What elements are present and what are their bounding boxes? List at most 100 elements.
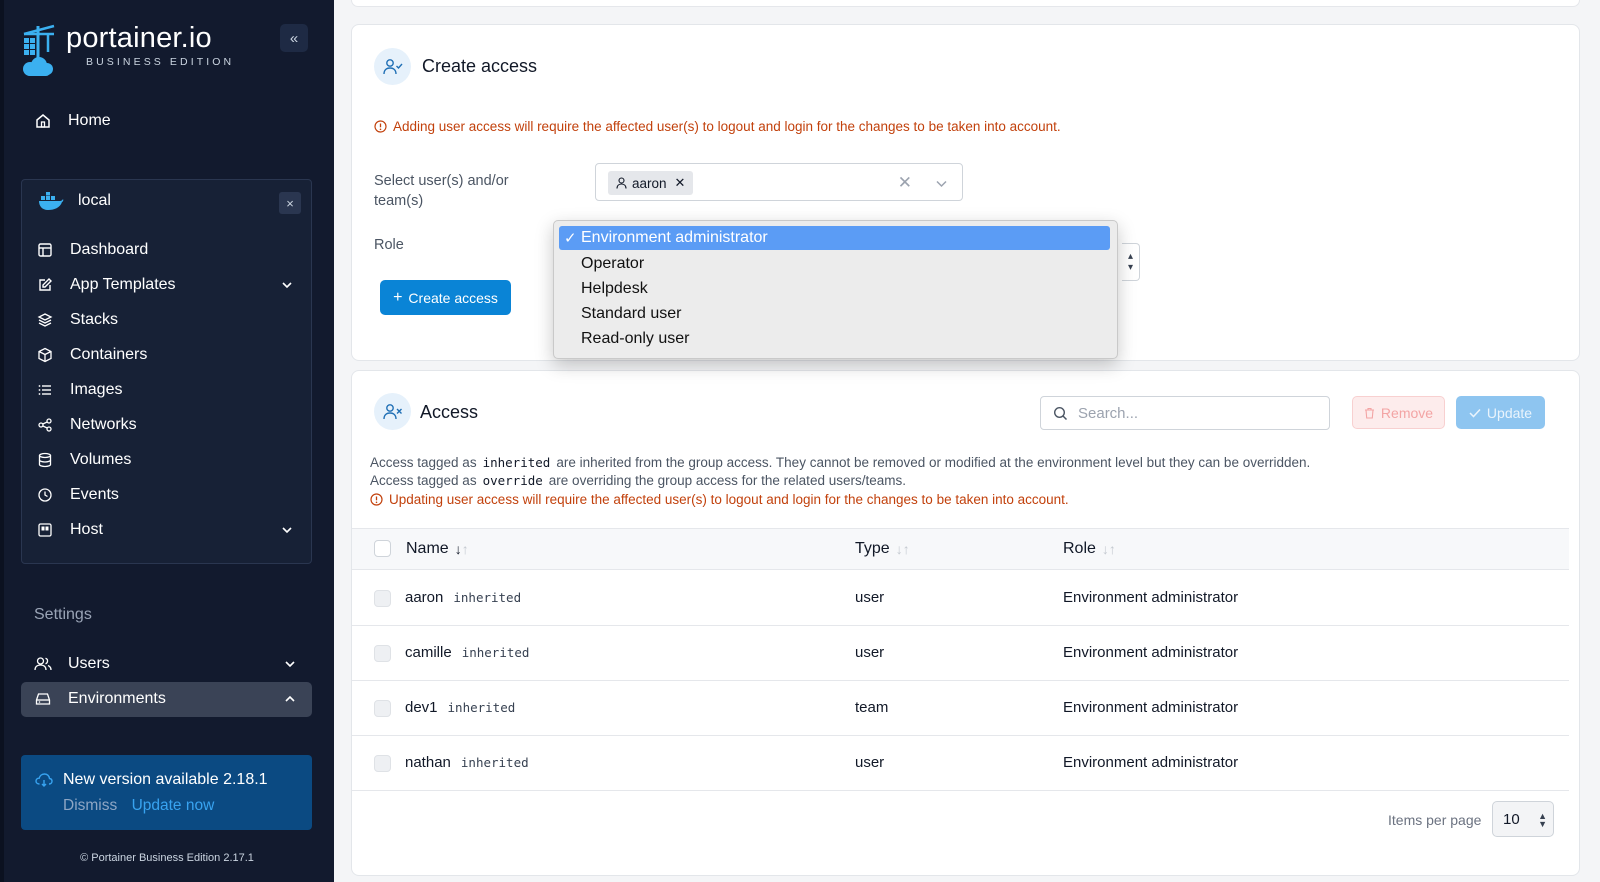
- table-row[interactable]: aaron inherited user Environment administ…: [352, 571, 1569, 626]
- row-name: dev1: [405, 699, 438, 716]
- sidebar-item-home[interactable]: Home: [34, 107, 111, 135]
- access-card: Access Remove Update Access tagged as inh…: [351, 370, 1580, 876]
- update-button[interactable]: Update: [1456, 396, 1545, 429]
- role-option-helpdesk[interactable]: Helpdesk: [559, 277, 1110, 301]
- sidebar-item-label: Environments: [68, 690, 166, 707]
- create-access-title: Create access: [422, 56, 538, 76]
- items-per-page-select[interactable]: 10 ▲ ▼: [1492, 801, 1554, 837]
- update-notification: New version available 2.18.1 Dismiss Upd…: [21, 755, 312, 830]
- option-label: Operator: [581, 255, 645, 272]
- box-icon: [36, 346, 54, 364]
- row-type: user: [855, 589, 885, 606]
- sidebar-item-label: Volumes: [70, 451, 132, 468]
- edit-icon: [36, 276, 54, 294]
- home-icon: [34, 112, 52, 130]
- info-text: are overriding the group access for the …: [548, 473, 906, 488]
- info-override: Access tagged as override are overriding t…: [370, 473, 906, 488]
- logo-edition: BUSINESS EDITION: [86, 56, 235, 68]
- table-row[interactable]: nathan inherited user Environment adminis…: [352, 736, 1569, 791]
- row-checkbox[interactable]: [374, 755, 391, 772]
- sidebar-item-users[interactable]: Users: [34, 650, 110, 678]
- remove-button[interactable]: Remove: [1352, 396, 1445, 429]
- role-dropdown[interactable]: ✓ Environment administrator Operator Hel…: [553, 220, 1118, 359]
- row-tag: inherited: [453, 590, 522, 605]
- row-checkbox[interactable]: [374, 700, 391, 717]
- row-tag: inherited: [447, 700, 516, 715]
- role-label: Role: [374, 237, 404, 253]
- selected-user-name: aaron: [632, 175, 667, 191]
- share-icon: [36, 416, 54, 434]
- column-type[interactable]: Type ↓↑: [855, 540, 910, 558]
- create-access-button[interactable]: + Create access: [380, 280, 511, 315]
- chevron-down-icon[interactable]: [935, 177, 948, 190]
- sidebar-item-volumes[interactable]: Volumes: [36, 447, 131, 473]
- clear-selection-icon[interactable]: ✕: [898, 173, 912, 193]
- role-select-arrows[interactable]: ▴ ▾: [1122, 243, 1140, 281]
- update-now-link[interactable]: Update now: [132, 797, 215, 814]
- info-text: Access tagged as: [370, 473, 477, 488]
- sidebar-item-host[interactable]: Host: [36, 517, 103, 543]
- logo[interactable]: portainer.io BUSINESS EDITION: [20, 22, 234, 78]
- chevron-down-icon[interactable]: [281, 524, 293, 536]
- remove-chip-icon[interactable]: ✕: [675, 175, 686, 191]
- sidebar-item-environments[interactable]: Environments: [34, 685, 166, 713]
- role-option-environment-administrator[interactable]: ✓ Environment administrator: [559, 226, 1110, 250]
- sidebar-item-images[interactable]: Images: [36, 377, 122, 403]
- role-option-operator[interactable]: Operator: [559, 252, 1110, 276]
- cloud-download-icon: [35, 773, 53, 787]
- row-checkbox[interactable]: [374, 590, 391, 607]
- sidebar-item-networks[interactable]: Networks: [36, 412, 137, 438]
- sidebar-item-dashboard[interactable]: Dashboard: [36, 237, 148, 263]
- sidebar-item-containers[interactable]: Containers: [36, 342, 147, 368]
- sort-desc-icon: ↓↑: [454, 541, 469, 557]
- chevron-down-icon[interactable]: [284, 658, 296, 670]
- previous-card-edge: [351, 0, 1580, 7]
- table-row[interactable]: camille inherited user Environment admini…: [352, 626, 1569, 681]
- column-label: Role: [1063, 540, 1096, 557]
- dismiss-link[interactable]: Dismiss: [63, 797, 117, 814]
- option-label: Standard user: [581, 305, 682, 322]
- info-inherited: Access tagged as inherited are inherited f…: [370, 455, 1310, 470]
- settings-section-label: Settings: [34, 606, 92, 623]
- role-option-standard-user[interactable]: Standard user: [559, 302, 1110, 326]
- update-title: New version available 2.18.1: [63, 771, 268, 788]
- user-team-multiselect[interactable]: aaron ✕ ✕: [595, 163, 963, 201]
- column-name[interactable]: Name ↓↑: [406, 540, 469, 558]
- clock-icon: [36, 486, 54, 504]
- list-icon: [36, 381, 54, 399]
- sidebar-item-stacks[interactable]: Stacks: [36, 307, 118, 333]
- option-label: Helpdesk: [581, 280, 648, 297]
- items-per-page-label: Items per page: [1388, 812, 1482, 828]
- chevron-up-icon[interactable]: [284, 693, 296, 705]
- select-all-checkbox[interactable]: [374, 540, 391, 557]
- warning-text: Adding user access will require the affe…: [393, 119, 1061, 134]
- sidebar-item-events[interactable]: Events: [36, 482, 119, 508]
- trash-icon: [1364, 407, 1375, 419]
- sidebar-item-label: Stacks: [70, 311, 119, 328]
- close-environment-button[interactable]: ×: [279, 192, 301, 214]
- selected-user-chip: aaron ✕: [608, 171, 694, 195]
- option-label: Read-only user: [581, 330, 690, 347]
- items-per-page-value: 10: [1503, 810, 1520, 828]
- collapse-sidebar-button[interactable]: «: [280, 24, 308, 52]
- sidebar-item-app-templates[interactable]: App Templates: [36, 272, 176, 298]
- sidebar-item-label: Networks: [70, 416, 137, 433]
- role-option-read-only-user[interactable]: Read-only user: [559, 327, 1110, 351]
- row-name: aaron: [405, 589, 444, 606]
- table-row[interactable]: dev1 inherited team Environment administr…: [352, 681, 1569, 736]
- row-type: user: [855, 754, 885, 771]
- row-name: nathan: [405, 754, 451, 771]
- check-icon: [1469, 408, 1481, 418]
- docker-icon: [38, 192, 64, 210]
- row-checkbox[interactable]: [374, 645, 391, 662]
- update-button-label: Update: [1486, 404, 1533, 421]
- row-tag: inherited: [461, 645, 530, 660]
- alert-circle-icon: [374, 120, 387, 133]
- column-role[interactable]: Role ↓↑: [1063, 540, 1116, 558]
- search-input[interactable]: [1078, 404, 1318, 422]
- remove-button-label: Remove: [1380, 404, 1434, 421]
- column-label: Name: [406, 540, 449, 557]
- search-box[interactable]: [1040, 396, 1330, 430]
- chevron-down-icon[interactable]: [281, 279, 293, 291]
- row-role: Environment administrator: [1063, 589, 1239, 606]
